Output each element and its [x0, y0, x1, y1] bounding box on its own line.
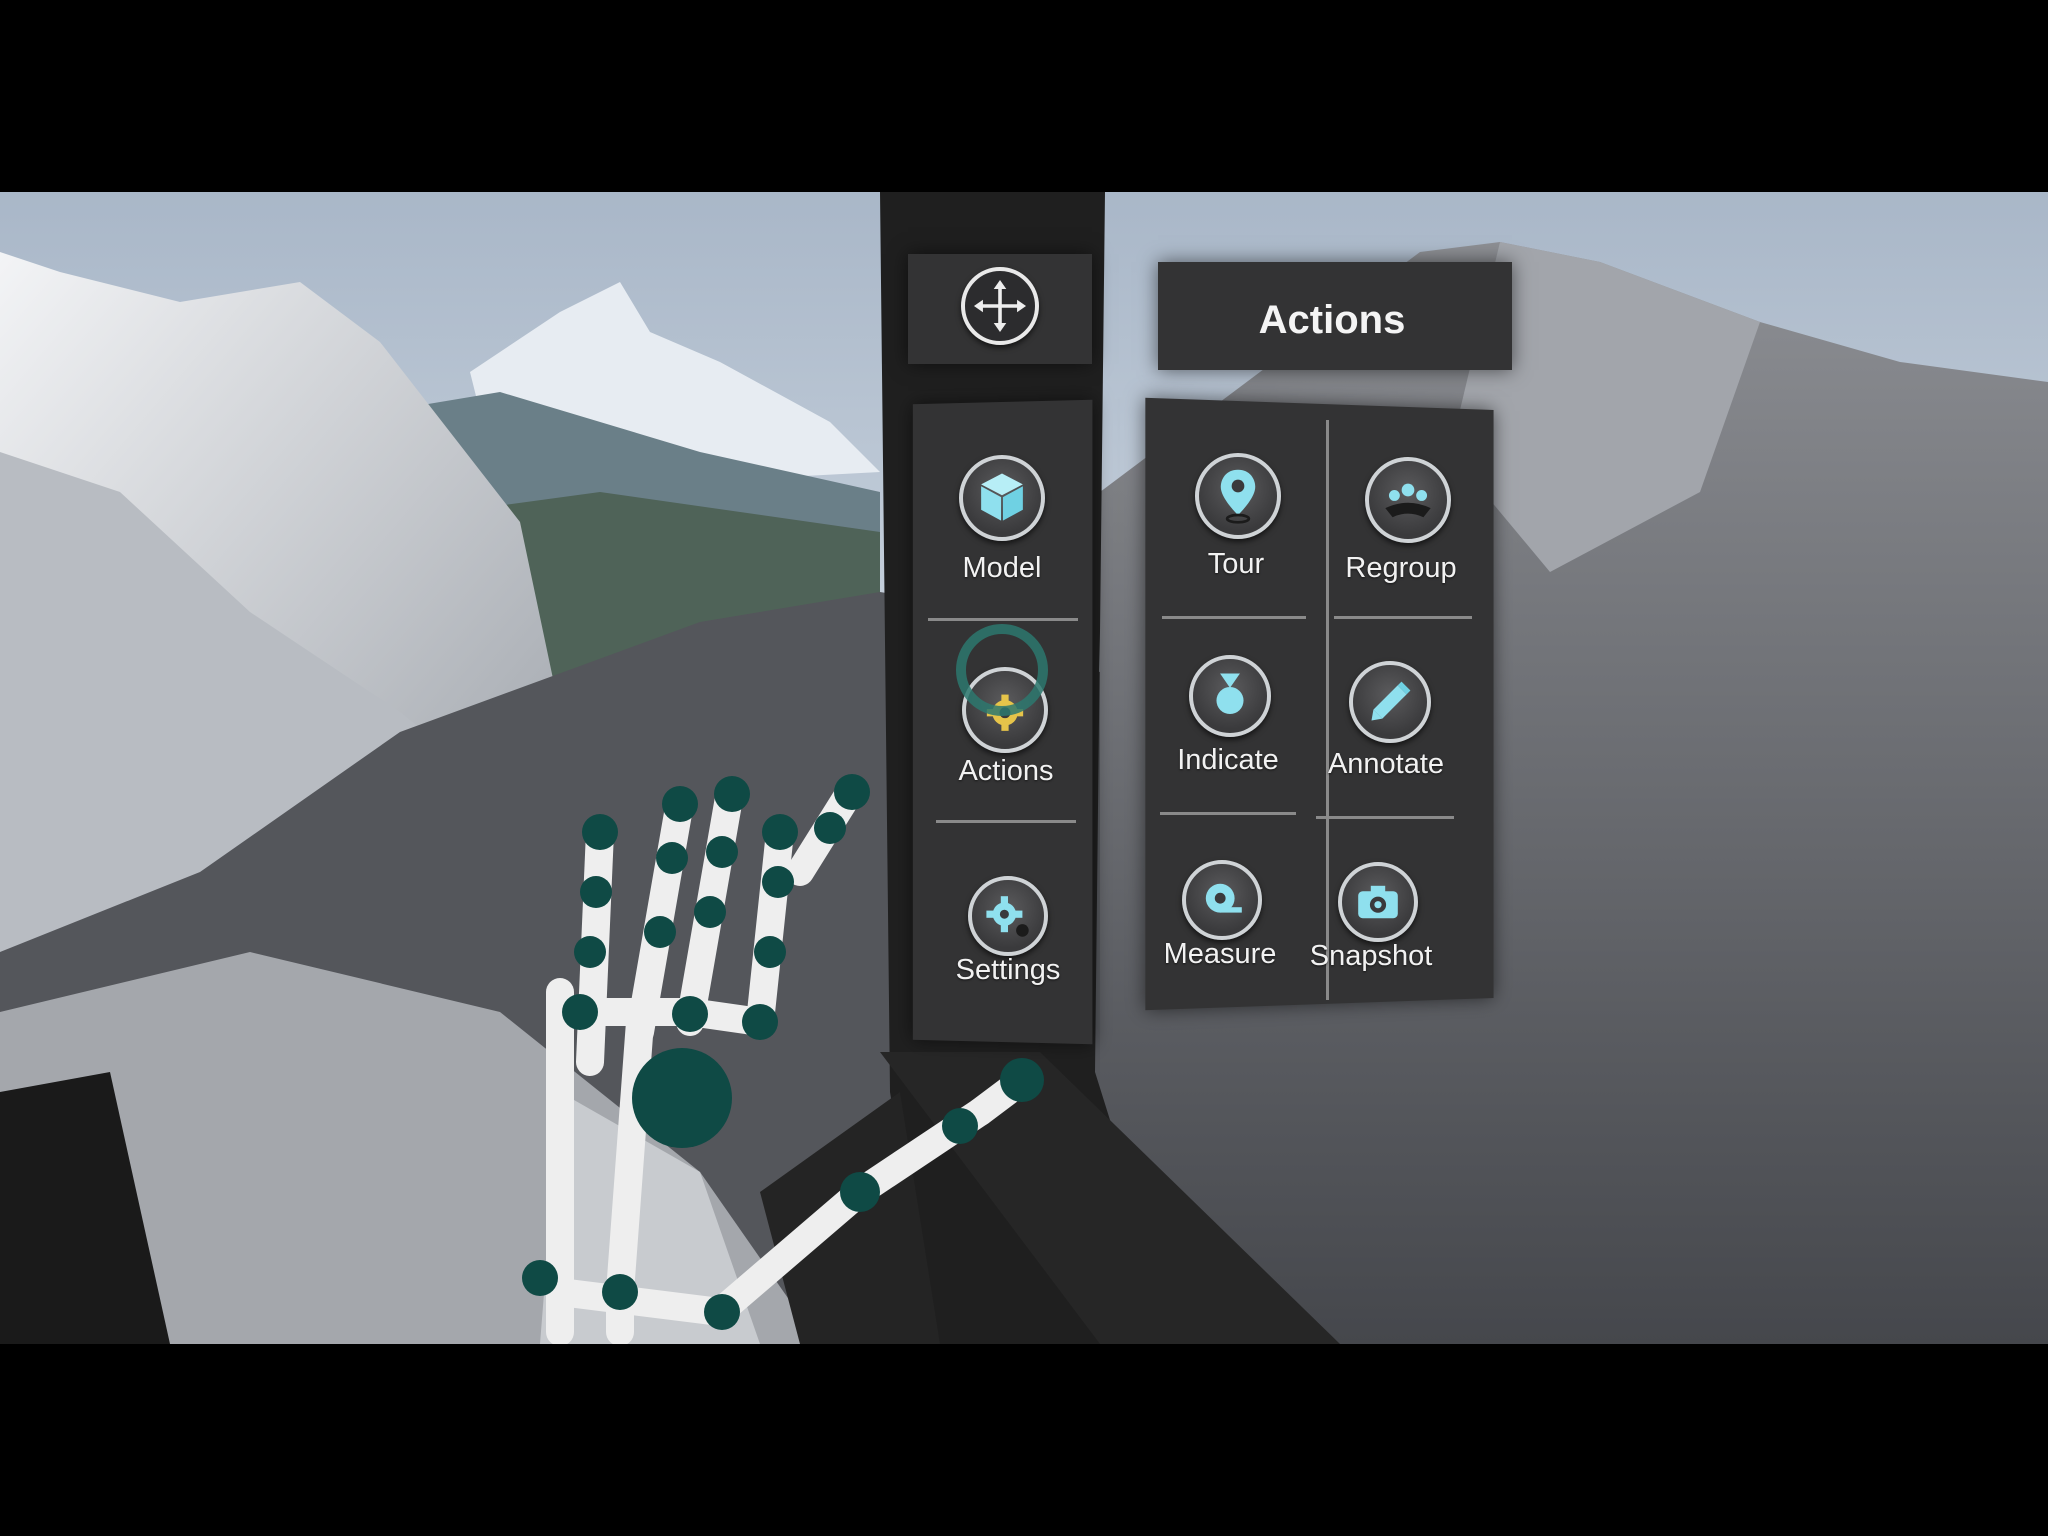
annotate-label: Annotate — [1327, 748, 1445, 780]
divider — [1316, 816, 1454, 819]
move-arrows-icon[interactable] — [961, 267, 1039, 345]
regroup-icon — [1385, 483, 1431, 518]
tour-button[interactable] — [1195, 453, 1281, 539]
measure-label: Measure — [1163, 938, 1277, 970]
tape-measure-icon — [1205, 883, 1242, 913]
regroup-label: Regroup — [1345, 552, 1457, 584]
indicate-button[interactable] — [1189, 655, 1271, 737]
vr-scene: Model Actions Settings Actions Tour Regr… — [0, 192, 2048, 1344]
model-label: Model — [962, 552, 1042, 584]
cube-icon — [981, 473, 1023, 521]
gear-icon — [986, 896, 1029, 937]
indicate-icon — [1216, 673, 1244, 715]
map-pin-icon — [1220, 469, 1256, 524]
snapshot-label: Snapshot — [1309, 940, 1433, 972]
divider — [1334, 616, 1472, 619]
settings-button[interactable] — [968, 876, 1048, 956]
camera-icon — [1358, 885, 1398, 919]
snapshot-button[interactable] — [1338, 862, 1418, 942]
divider — [936, 820, 1076, 823]
measure-button[interactable] — [1182, 860, 1262, 940]
model-button[interactable] — [959, 455, 1045, 541]
divider — [1326, 420, 1329, 1000]
pencil-icon — [1371, 681, 1411, 721]
actions-label: Actions — [958, 755, 1054, 787]
divider — [928, 618, 1078, 621]
regroup-button[interactable] — [1365, 457, 1451, 543]
annotate-button[interactable] — [1349, 661, 1431, 743]
actions-panel-title: Actions — [1258, 298, 1406, 342]
move-handle-panel[interactable] — [908, 254, 1092, 364]
divider — [1162, 616, 1306, 619]
indicate-label: Indicate — [1177, 744, 1279, 776]
divider — [1160, 812, 1296, 815]
selection-ring — [956, 624, 1048, 716]
tour-label: Tour — [1207, 548, 1265, 580]
settings-label: Settings — [955, 954, 1061, 986]
